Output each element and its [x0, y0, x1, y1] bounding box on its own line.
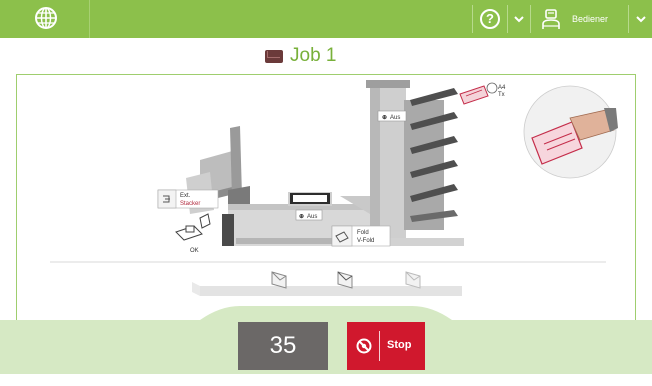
feeder-tower: [360, 80, 464, 246]
svg-text:Ext.: Ext.: [180, 193, 191, 199]
stop-divider: [379, 331, 380, 361]
svg-text:V-Fold: V-Fold: [357, 238, 374, 244]
svg-text:⊕: ⊕: [382, 115, 387, 121]
svg-text:Aus: Aus: [307, 214, 317, 220]
printer-ok-icon: OK: [175, 213, 211, 254]
hand-feed-illustration: [523, 85, 618, 179]
footer-strip: [0, 374, 652, 386]
svg-text:OK: OK: [190, 248, 199, 254]
envelope-stack-icon: A4 Tx: [459, 82, 506, 105]
stop-icon: [356, 338, 372, 354]
svg-text:⊕: ⊕: [299, 214, 304, 220]
stop-button[interactable]: Stop: [347, 322, 425, 370]
svg-text:Aus: Aus: [390, 115, 400, 121]
svg-text:Tx: Tx: [498, 92, 505, 98]
stop-label: Stop: [387, 339, 412, 351]
svg-text:Stacker: Stacker: [180, 201, 200, 207]
svg-text:A4: A4: [498, 85, 506, 91]
svg-text:Fold: Fold: [357, 230, 369, 236]
piece-counter[interactable]: 35: [238, 322, 328, 370]
